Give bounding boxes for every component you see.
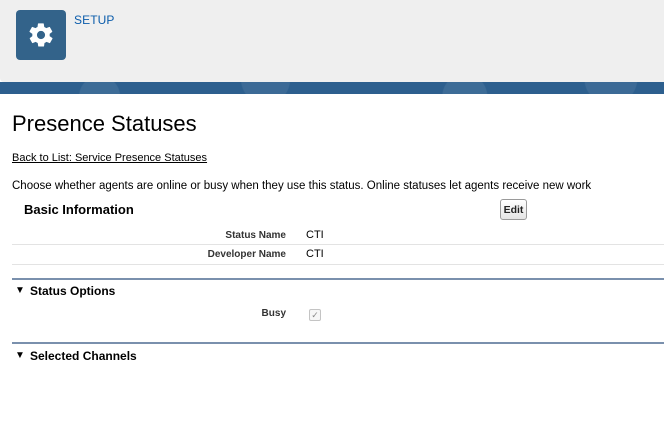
status-options-collapse-icon[interactable]: ▼ xyxy=(15,285,25,296)
setup-app-label[interactable]: SETUP xyxy=(74,13,115,27)
gear-icon xyxy=(29,23,53,47)
setup-header: SETUP xyxy=(0,0,664,82)
status-options-section-rule xyxy=(12,278,664,280)
row-divider xyxy=(12,244,664,245)
setup-app-icon[interactable] xyxy=(16,10,66,60)
back-to-list-link[interactable]: Back to List: Service Presence Statuses xyxy=(12,152,207,164)
selected-channels-heading[interactable]: Selected Channels xyxy=(30,349,137,363)
header-accent-band xyxy=(0,82,664,94)
status-name-label: Status Name xyxy=(225,230,286,241)
selected-channels-collapse-icon[interactable]: ▼ xyxy=(15,350,25,361)
edit-button[interactable]: Edit xyxy=(500,199,527,220)
main-content: Presence Statuses Back to List: Service … xyxy=(0,94,664,423)
selected-channels-section-rule xyxy=(12,342,664,344)
row-divider xyxy=(12,264,664,265)
basic-information-heading: Basic Information xyxy=(24,202,134,217)
page-description: Choose whether agents are online or busy… xyxy=(12,180,592,192)
developer-name-value: CTI xyxy=(306,248,324,260)
status-options-heading[interactable]: Status Options xyxy=(30,284,115,298)
busy-label: Busy xyxy=(261,308,286,319)
status-name-value: CTI xyxy=(306,229,324,241)
page-title: Presence Statuses xyxy=(12,111,197,136)
developer-name-label: Developer Name xyxy=(207,249,286,260)
busy-checkbox[interactable]: ✓ xyxy=(309,309,321,321)
